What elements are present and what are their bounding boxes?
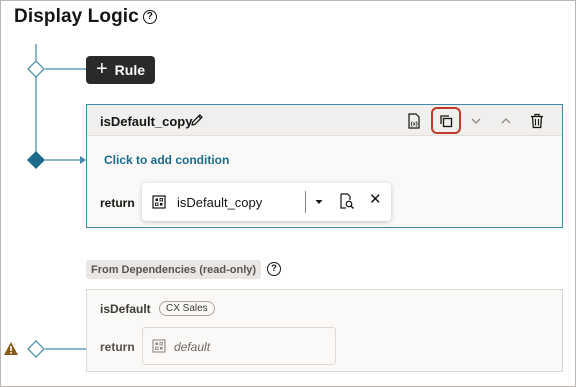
dependencies-badge: From Dependencies (read-only) bbox=[86, 260, 262, 279]
dependency-card: isDefault CX Sales return default bbox=[86, 289, 563, 372]
lookup-icon[interactable] bbox=[339, 193, 355, 215]
rule-name: isDefault_copy bbox=[100, 114, 193, 129]
rule-card: isDefault_copy {x} Click to add conditio… bbox=[86, 104, 563, 228]
duplicate-rule-button[interactable] bbox=[431, 107, 461, 134]
return-label: return bbox=[100, 196, 135, 210]
dependency-name: isDefault bbox=[100, 302, 151, 316]
dependency-return-field: default bbox=[142, 327, 336, 365]
field-type-icon bbox=[152, 195, 166, 214]
dependency-return-label: return bbox=[100, 340, 135, 354]
return-value-field[interactable]: isDefault_copy ✕ bbox=[142, 183, 391, 221]
dependency-source-tag: CX Sales bbox=[159, 301, 215, 316]
field-divider bbox=[305, 191, 306, 213]
add-rule-label: Rule bbox=[114, 62, 146, 78]
caret-down-icon[interactable] bbox=[314, 195, 324, 213]
svg-text:{x}: {x} bbox=[411, 122, 419, 128]
return-value-text: isDefault_copy bbox=[177, 195, 263, 210]
duplicate-icon bbox=[440, 114, 453, 127]
edit-name-pencil-icon[interactable] bbox=[189, 112, 205, 133]
field-type-icon bbox=[152, 339, 166, 358]
rule-header: isDefault_copy {x} bbox=[87, 105, 562, 136]
plus-icon: + bbox=[95, 58, 108, 80]
clear-icon[interactable]: ✕ bbox=[369, 192, 382, 207]
active-rule-diamond bbox=[27, 151, 45, 169]
test-icon[interactable]: {x} bbox=[403, 110, 425, 132]
trash-icon[interactable] bbox=[526, 110, 548, 132]
dependency-return-placeholder: default bbox=[174, 340, 211, 354]
dependencies-help-icon[interactable]: ? bbox=[267, 262, 281, 276]
chevron-up-icon[interactable] bbox=[495, 110, 517, 132]
chevron-down-icon[interactable] bbox=[465, 110, 487, 132]
add-rule-button[interactable]: + Rule bbox=[86, 56, 155, 84]
warning-icon bbox=[3, 341, 19, 361]
rule-connector-diamond bbox=[27, 60, 45, 78]
add-condition-link[interactable]: Click to add condition bbox=[104, 153, 229, 167]
dependency-diamond bbox=[27, 340, 45, 358]
